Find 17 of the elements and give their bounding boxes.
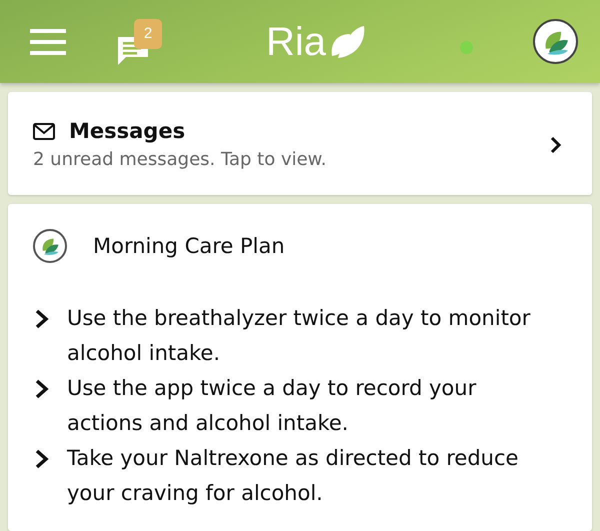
chevron-right-icon (35, 379, 49, 399)
chevron-right-icon (35, 449, 49, 469)
chevron-right-icon (35, 309, 49, 329)
envelope-icon (33, 122, 55, 140)
profile-button[interactable] (533, 19, 578, 64)
menu-icon (30, 28, 66, 54)
app-logo-text: Ria (266, 22, 326, 62)
care-plan-item: Use the breathalyzer twice a day to monitor alcohol intake. (67, 305, 532, 367)
messages-subtitle: 2 unread messages. Tap to view. (33, 149, 328, 170)
status-dot-icon (460, 41, 473, 54)
care-plan-title: Morning Care Plan (93, 234, 285, 258)
unread-badge: 2 (134, 18, 162, 48)
chevron-right-icon (550, 136, 562, 154)
care-plan-item: Take your Naltrexone as directed to reduce your craving for alcohol. (67, 445, 520, 507)
care-plan-item: Use the app twice a day to record your actions and alcohol intake. (67, 375, 478, 437)
messages-card[interactable]: Messages 2 unread messages. Tap to view. (8, 92, 592, 195)
messages-title: Messages (69, 119, 186, 143)
